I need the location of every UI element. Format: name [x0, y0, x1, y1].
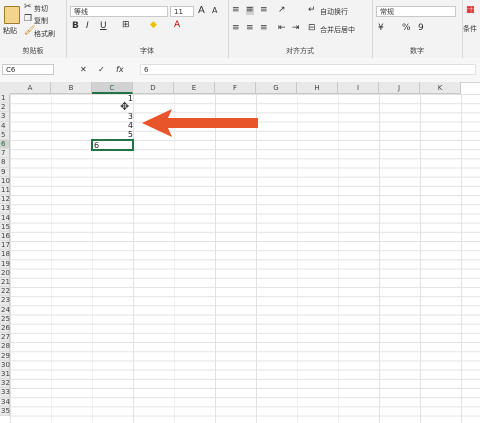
wrap-text-icon[interactable]: ↵ — [308, 6, 316, 15]
arrow-icon — [142, 109, 258, 137]
alignment-label: 对齐方式 — [286, 47, 314, 55]
paste-button[interactable]: 粘贴 — [3, 26, 17, 36]
number-label: 数字 — [410, 47, 424, 55]
enter-icon[interactable]: ✓ — [98, 66, 105, 74]
align-middle-icon[interactable]: ≡ — [246, 6, 254, 15]
underline-button[interactable]: U — [100, 22, 107, 31]
cut-icon[interactable]: ✂ — [24, 3, 32, 12]
italic-button[interactable]: I — [86, 22, 89, 31]
align-top-icon[interactable]: ≡ — [232, 6, 240, 15]
name-box[interactable]: C6 — [2, 64, 54, 75]
font-color-icon[interactable]: A — [174, 21, 180, 30]
font-size-select[interactable]: 11 — [170, 6, 194, 17]
font-label: 字体 — [140, 47, 154, 55]
styles-group: ▦ 条件 — [462, 0, 480, 58]
cancel-icon[interactable]: ✕ — [80, 66, 87, 74]
insert-function-icon[interactable]: fx — [116, 66, 124, 74]
formula-input[interactable]: 6 — [140, 64, 476, 75]
bold-button[interactable]: B — [72, 22, 79, 31]
copy-button[interactable]: 复制 — [34, 16, 48, 26]
font-name-select[interactable]: 等线 — [70, 6, 168, 17]
orientation-icon[interactable]: ↗ — [278, 6, 286, 15]
annotation-arrow — [142, 109, 258, 137]
decrease-indent-icon[interactable]: ⇤ — [278, 24, 286, 33]
alignment-group: ≡ ≡ ≡ ↗ ↵ 自动换行 ≡ ≡ ≡ ⇤ ⇥ ⊟ 合并后居中 对齐方式 — [228, 0, 373, 58]
formula-bar: C6 ✕ ✓ fx 6 — [0, 58, 480, 83]
spreadsheet-grid: ABCDEFGHIJK 1 2 3 4 5 6 7 8 9 10 11 12 13 14 15 16 17 18 1… — [0, 82, 480, 423]
align-left-icon[interactable]: ≡ — [232, 24, 240, 33]
clipboard-label: 剪贴板 — [22, 47, 44, 55]
wrap-text-button[interactable]: 自动换行 — [320, 7, 348, 17]
conditional-format-icon[interactable]: ▦ — [466, 6, 475, 15]
comma-button[interactable]: 9 — [418, 24, 424, 33]
number-group: 常规 ¥ % 9 数字 — [372, 0, 463, 58]
format-painter-button[interactable]: 格式刷 — [34, 29, 55, 39]
align-bottom-icon[interactable]: ≡ — [260, 6, 268, 15]
increase-indent-icon[interactable]: ⇥ — [292, 24, 300, 33]
align-center-icon[interactable]: ≡ — [246, 24, 254, 33]
align-right-icon[interactable]: ≡ — [260, 24, 268, 33]
font-group: 等线 11 A A B I U ⊞ ◆ A 字体 — [66, 0, 229, 58]
grow-font-button[interactable]: A — [198, 6, 205, 16]
cut-button[interactable]: 剪切 — [34, 4, 48, 14]
merge-center-icon[interactable]: ⊟ — [308, 24, 316, 33]
ribbon: 粘贴 ✂ 剪切 ❐ 复制 🖌 格式刷 剪贴板 等线 11 A A B I U ⊞… — [0, 0, 480, 59]
clipboard-group: 粘贴 ✂ 剪切 ❐ 复制 🖌 格式刷 剪贴板 — [0, 0, 67, 58]
percent-button[interactable]: % — [402, 24, 411, 33]
currency-icon[interactable]: ¥ — [378, 24, 384, 33]
border-icon[interactable]: ⊞ — [122, 21, 130, 30]
shrink-font-button[interactable]: A — [212, 7, 217, 15]
merge-center-button[interactable]: 合并后居中 — [320, 25, 355, 35]
fill-color-icon[interactable]: ◆ — [150, 21, 157, 30]
paste-icon[interactable] — [4, 6, 20, 24]
number-format-select[interactable]: 常规 — [376, 6, 456, 17]
conditional-format-button[interactable]: 条件 — [463, 24, 477, 34]
copy-icon[interactable]: ❐ — [24, 15, 32, 24]
